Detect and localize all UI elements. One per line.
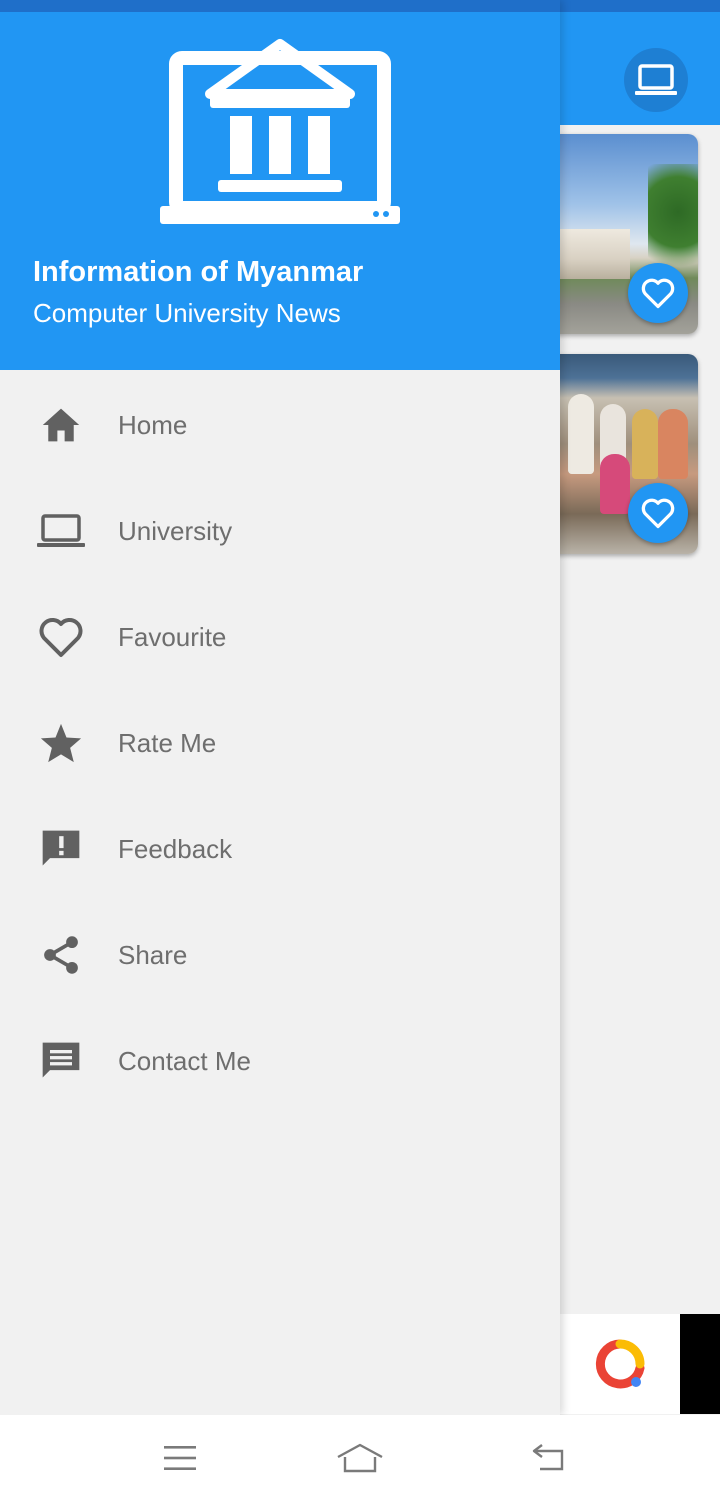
drawer-header: Information of Myanmar Computer Universi… (0, 12, 560, 370)
drawer-menu: Home University Favourite Rate Me Feedba… (0, 372, 560, 1114)
menu-item-label: Favourite (118, 621, 227, 652)
menu-item-university[interactable]: University (0, 478, 560, 584)
menu-item-share[interactable]: Share (0, 902, 560, 1008)
favourite-button[interactable] (628, 483, 688, 543)
share-icon (36, 930, 86, 980)
nav-recent-button[interactable] (150, 1435, 210, 1481)
ad-edge (680, 1314, 720, 1414)
nav-back-button[interactable] (518, 1435, 578, 1481)
feedback-icon (36, 824, 86, 874)
heart-outline-icon (36, 612, 86, 662)
photo-person (600, 454, 630, 514)
nav-home-button[interactable] (330, 1435, 390, 1481)
menu-item-contact-me[interactable]: Contact Me (0, 1008, 560, 1114)
photo-person (658, 409, 688, 479)
menu-item-label: Share (118, 939, 188, 970)
photo-person (632, 409, 658, 479)
menu-item-rate-me[interactable]: Rate Me (0, 690, 560, 796)
system-nav-bar (0, 1415, 720, 1500)
ad-logo-icon (595, 1339, 645, 1389)
favourite-button[interactable] (628, 263, 688, 323)
menu-icon (164, 1446, 196, 1470)
heart-outline-icon (641, 278, 675, 309)
menu-item-label: Rate Me (118, 727, 217, 758)
menu-item-label: Home (118, 409, 188, 440)
laptop-icon (36, 506, 86, 556)
menu-item-feedback[interactable]: Feedback (0, 796, 560, 902)
menu-item-label: Feedback (118, 833, 233, 864)
navigation-drawer: Information of Myanmar Computer Universi… (0, 0, 560, 1415)
appbar-laptop-button[interactable] (624, 48, 688, 112)
drawer-title: Information of Myanmar (33, 256, 364, 288)
status-bar (0, 0, 560, 12)
home-icon (36, 400, 86, 450)
ad-banner[interactable] (560, 1314, 680, 1414)
menu-item-label: University (118, 515, 233, 546)
photo-person (568, 394, 594, 474)
home-icon (337, 1443, 383, 1473)
menu-item-label: Contact Me (118, 1045, 251, 1076)
laptop-icon (635, 64, 677, 95)
menu-item-favourite[interactable]: Favourite (0, 584, 560, 690)
heart-outline-icon (641, 498, 675, 529)
message-icon (36, 1036, 86, 1086)
university-laptop-logo (160, 39, 400, 224)
star-icon (36, 718, 86, 768)
back-icon (532, 1444, 564, 1471)
menu-item-home[interactable]: Home (0, 372, 560, 478)
drawer-subtitle: Computer University News (33, 298, 341, 328)
